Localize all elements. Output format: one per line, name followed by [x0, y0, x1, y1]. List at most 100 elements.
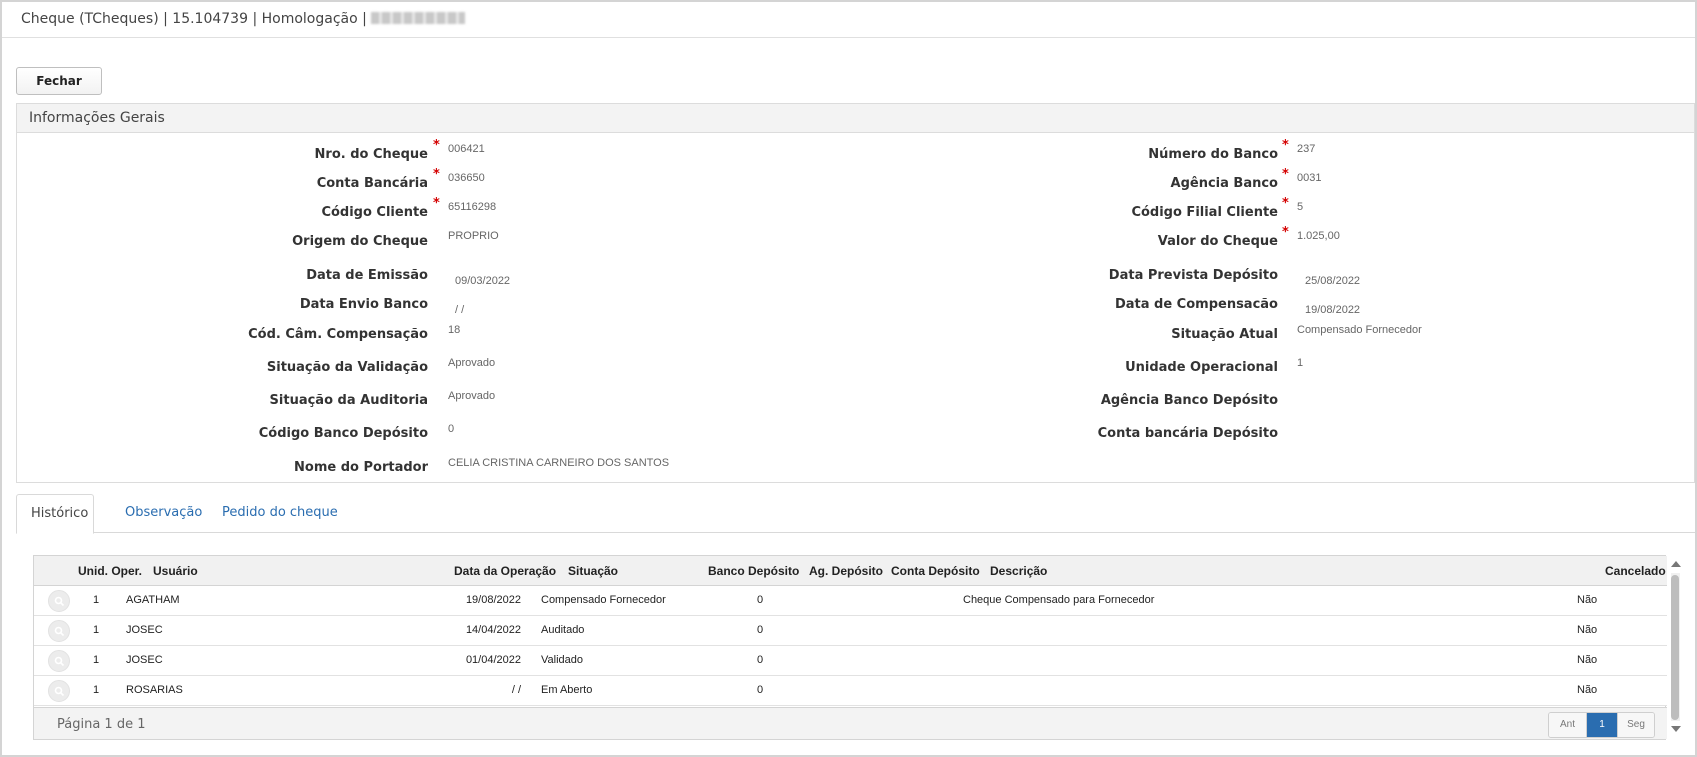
field-value: / /	[455, 304, 465, 316]
col-ag-deposito[interactable]: Ag. Depósito	[809, 564, 883, 578]
col-cancelado[interactable]: Cancelado	[1605, 564, 1666, 578]
cell-usuario: JOSEC	[126, 654, 163, 666]
cell-unid-oper: 1	[93, 654, 100, 666]
next-page-button[interactable]: Seg	[1617, 713, 1654, 737]
table-row[interactable]: 1 JOSEC 01/04/2022 Validado 0 Não	[34, 646, 1667, 676]
section-title: Informações Gerais	[17, 104, 1694, 133]
field-value: Aprovado	[448, 357, 496, 369]
field-label: Origem do Cheque	[292, 234, 428, 249]
required-marker: *	[1282, 167, 1289, 182]
cell-usuario: ROSARIAS	[126, 684, 183, 696]
field-label: Agência Banco	[1170, 176, 1278, 191]
cell-cancelado: Não	[1577, 594, 1598, 606]
tab-historico[interactable]: Histórico	[16, 494, 94, 534]
field-value: 25/08/2022	[1305, 275, 1361, 287]
required-marker: *	[1282, 196, 1289, 211]
cell-cancelado: Não	[1577, 624, 1598, 636]
cell-cancelado: Não	[1577, 684, 1598, 696]
cell-data-operacao: 14/04/2022	[465, 624, 521, 636]
field-value: 0031	[1297, 172, 1322, 184]
cell-cancelado: Não	[1577, 654, 1598, 666]
grid-scrollbar[interactable]	[1669, 558, 1682, 736]
grid-header: Unid. Oper. Usuário Data da Operação Sit…	[34, 556, 1667, 586]
page-info: Página 1 de 1	[57, 717, 146, 732]
field-value: 65116298	[448, 201, 497, 213]
field-label: Conta Bancária	[316, 176, 428, 191]
field-label: Código Banco Depósito	[258, 426, 428, 441]
search-icon[interactable]	[48, 620, 70, 642]
cell-usuario: JOSEC	[126, 624, 163, 636]
field-label: Código Filial Cliente	[1131, 205, 1278, 220]
cell-unid-oper: 1	[93, 684, 100, 696]
cell-usuario: AGATHAM	[126, 594, 180, 606]
history-grid: Unid. Oper. Usuário Data da Operação Sit…	[33, 555, 1667, 740]
field-label: Data de Compensacão	[1114, 297, 1278, 312]
grid-footer: Página 1 de 1 Ant 1 Seg	[34, 707, 1667, 739]
scroll-thumb[interactable]	[1671, 575, 1679, 720]
table-row[interactable]: 1 ROSARIAS / / Em Aberto 0 Não	[34, 676, 1667, 706]
page-1-button[interactable]: 1	[1586, 713, 1617, 737]
field-value: CELIA CRISTINA CARNEIRO DOS SANTOS	[448, 457, 670, 469]
field-value: Aprovado	[448, 390, 496, 402]
field-label: Nome do Portador	[294, 460, 428, 475]
cell-unid-oper: 1	[93, 594, 100, 606]
tab-pedido-do-cheque[interactable]: Pedido do cheque	[208, 494, 352, 534]
table-row[interactable]: 1 JOSEC 14/04/2022 Auditado 0 Não	[34, 616, 1667, 646]
search-icon[interactable]	[48, 680, 70, 702]
tab-bar: Histórico Observação Pedido do cheque	[16, 494, 1695, 534]
field-value: 1.025,00	[1297, 230, 1340, 242]
col-unid-oper[interactable]: Unid. Oper.	[78, 564, 142, 578]
required-marker: *	[433, 167, 440, 182]
cell-banco-deposito: 0	[757, 684, 764, 696]
window-title: Cheque (TCheques) | 15.104739 | Homologa…	[21, 11, 466, 27]
field-value: 006421	[448, 143, 485, 155]
masked-user-text	[371, 12, 466, 24]
table-row[interactable]: 1 AGATHAM 19/08/2022 Compensado Fornecedor 0…	[34, 586, 1667, 616]
col-data-operacao[interactable]: Data da Operação	[454, 564, 556, 578]
cell-situacao: Compensado Fornecedor	[541, 594, 666, 606]
cell-situacao: Auditado	[541, 624, 585, 636]
field-value: 1	[1297, 357, 1304, 369]
cell-descricao: Cheque Compensado para Fornecedor	[963, 594, 1155, 606]
col-usuario[interactable]: Usuário	[153, 564, 198, 578]
cell-data-operacao: 19/08/2022	[465, 594, 521, 606]
cell-situacao: Em Aberto	[541, 684, 593, 696]
col-banco-deposito[interactable]: Banco Depósito	[708, 564, 799, 578]
field-value: PROPRIO	[448, 230, 499, 242]
close-button[interactable]: Fechar	[16, 67, 102, 95]
col-descricao[interactable]: Descrição	[990, 564, 1047, 578]
field-label: Situação da Auditoria	[269, 393, 428, 408]
scroll-up-arrow-icon[interactable]	[1671, 561, 1681, 567]
field-value: 18	[448, 324, 461, 336]
required-marker: *	[433, 196, 440, 211]
required-marker: *	[1282, 225, 1289, 240]
field-label: Agência Banco Depósito	[1100, 393, 1278, 408]
field-label: Data Prevista Depósito	[1108, 268, 1278, 283]
field-value: 09/03/2022	[455, 275, 511, 287]
cell-data-operacao: 01/04/2022	[465, 654, 521, 666]
field-value: Compensado Fornecedor	[1297, 324, 1422, 336]
cell-banco-deposito: 0	[757, 594, 764, 606]
field-value: 19/08/2022	[1305, 304, 1361, 316]
tab-observacao[interactable]: Observação	[111, 494, 216, 534]
scroll-down-arrow-icon[interactable]	[1671, 726, 1681, 732]
search-icon[interactable]	[48, 590, 70, 612]
cell-data-operacao: / /	[511, 684, 521, 696]
col-conta-deposito[interactable]: Conta Depósito	[891, 564, 980, 578]
required-marker: *	[433, 138, 440, 153]
field-value: 036650	[448, 172, 485, 184]
field-value: 237	[1297, 143, 1316, 155]
field-label: Cód. Câm. Compensação	[248, 327, 428, 342]
field-label: Unidade Operacional	[1125, 360, 1278, 375]
field-label: Situação Atual	[1171, 327, 1278, 342]
field-label: Código Cliente	[321, 205, 428, 220]
search-icon[interactable]	[48, 650, 70, 672]
field-value: 5	[1297, 201, 1304, 213]
field-label: Conta bancária Depósito	[1097, 426, 1278, 441]
col-situacao[interactable]: Situação	[568, 564, 618, 578]
cell-unid-oper: 1	[93, 624, 100, 636]
field-label: Nro. do Cheque	[314, 147, 428, 162]
field-label: Situação da Validação	[266, 360, 428, 375]
field-label: Valor do Cheque	[1157, 234, 1278, 249]
prev-page-button[interactable]: Ant	[1549, 713, 1586, 737]
